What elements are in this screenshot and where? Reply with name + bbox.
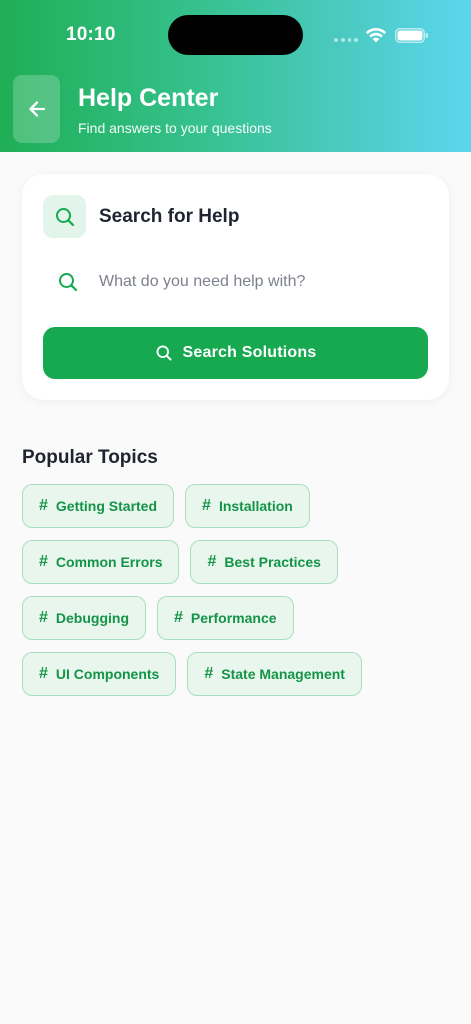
page-subtitle: Find answers to your questions [78, 120, 272, 136]
hash-icon: # [39, 609, 48, 626]
topic-chip-getting-started[interactable]: # Getting Started [22, 484, 175, 528]
status-time: 10:10 [66, 24, 116, 45]
page-title: Help Center [78, 84, 219, 112]
search-solutions-label: Search Solutions [182, 344, 317, 361]
topic-chip-performance[interactable]: # Performance [157, 596, 294, 640]
search-card-title: Search for Help [99, 206, 240, 227]
search-field-icon-wrap [43, 271, 93, 293]
topic-chip-label: Getting Started [55, 498, 158, 514]
cellular-signal-icon [334, 38, 358, 42]
hash-icon: # [39, 553, 48, 570]
topic-chip-debugging[interactable]: # Debugging [22, 596, 147, 640]
search-field[interactable] [43, 260, 428, 304]
hash-icon: # [204, 665, 214, 682]
wifi-icon [365, 27, 387, 43]
topic-row: # Debugging # Performance [22, 596, 452, 640]
header: 10:10 Help Center Find answers to your q… [0, 0, 471, 152]
hash-icon: # [202, 497, 211, 514]
topic-row: # Getting Started # Installation [22, 484, 452, 528]
dynamic-island [168, 15, 303, 55]
topic-chip-common-errors[interactable]: # Common Errors [22, 540, 180, 584]
hash-icon: # [207, 553, 217, 570]
popular-topics-title: Popular Topics [22, 447, 158, 468]
topic-chip-ui-components[interactable]: # UI Components [22, 652, 177, 696]
search-icon [156, 345, 172, 361]
topic-chips: # Getting Started # Installation # Commo… [22, 484, 452, 708]
search-icon [55, 207, 74, 226]
search-input[interactable] [99, 273, 419, 291]
search-solutions-button[interactable]: Search Solutions [43, 327, 428, 379]
topic-chip-installation[interactable]: # Installation [185, 484, 310, 528]
hash-icon: # [39, 497, 48, 514]
search-icon [59, 273, 78, 292]
topic-row: # Common Errors # Best Practices [22, 540, 452, 584]
hash-icon: # [39, 665, 48, 682]
topic-chip-label: Performance [190, 610, 277, 626]
search-card-icon-box [43, 195, 86, 238]
topic-chip-state-management[interactable]: # State Management [187, 652, 362, 696]
topic-chip-label: UI Components [55, 666, 160, 682]
search-card: Search for Help Search Solutions [22, 174, 449, 400]
topic-chip-label: Best Practices [224, 554, 321, 570]
arrow-left-icon [28, 101, 45, 117]
topic-chip-label: Common Errors [55, 554, 163, 570]
topic-row: # UI Components # State Management [22, 652, 452, 696]
status-bar: 10:10 [0, 0, 471, 70]
topic-chip-label: Installation [218, 498, 293, 514]
topic-chip-label: State Management [221, 666, 345, 682]
hash-icon: # [174, 609, 183, 626]
topic-chip-label: Debugging [55, 610, 130, 626]
topic-chip-best-practices[interactable]: # Best Practices [190, 540, 338, 584]
battery-icon [395, 28, 428, 43]
back-button[interactable] [13, 75, 60, 143]
